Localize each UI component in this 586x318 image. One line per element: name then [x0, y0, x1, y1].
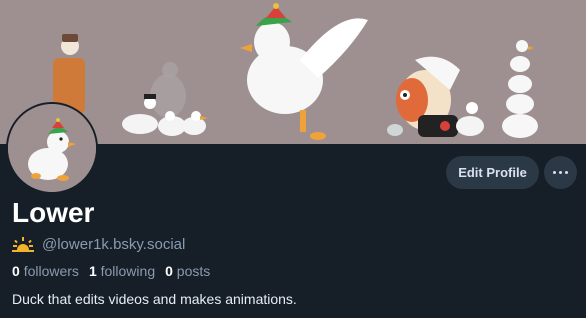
avatar-duck-image	[8, 104, 96, 192]
profile-bio: Duck that edits videos and makes animati…	[12, 291, 297, 307]
followers-link[interactable]: 0 followers	[12, 262, 79, 280]
following-count: 1	[88, 263, 97, 279]
sun-icon	[12, 237, 34, 252]
handle-row: @lower1k.bsky.social	[12, 234, 185, 254]
display-name: Lower	[12, 197, 95, 228]
followers-label: followers	[23, 263, 79, 279]
following-label: following	[100, 263, 156, 279]
profile-handle: @lower1k.bsky.social	[42, 235, 186, 253]
ellipsis-icon	[553, 171, 556, 174]
posts-count: 0	[165, 263, 173, 279]
avatar[interactable]	[6, 102, 98, 194]
followers-count: 0	[12, 263, 20, 279]
more-options-button[interactable]	[544, 156, 577, 189]
posts-stat: 0 posts	[165, 262, 210, 280]
posts-label: posts	[176, 263, 211, 279]
edit-profile-button[interactable]: Edit Profile	[446, 156, 539, 189]
profile-header: Edit Profile Lower @lower1k.bsky.social …	[0, 0, 586, 318]
profile-stats: 0 followers 1 following 0 posts	[12, 262, 220, 280]
following-link[interactable]: 1 following	[89, 262, 155, 280]
